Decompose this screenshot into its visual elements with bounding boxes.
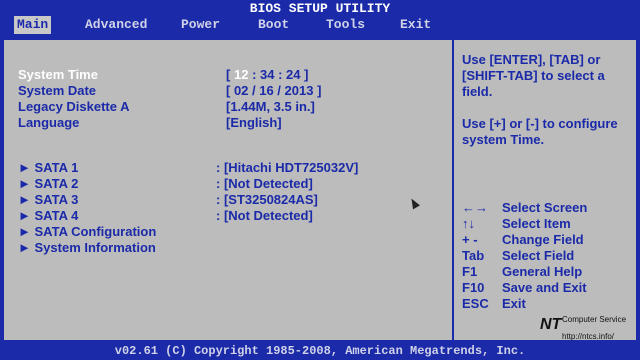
legend-desc: General Help [502, 264, 583, 279]
legend-exit: ESC Exit [462, 296, 526, 312]
menu-exit[interactable]: Exit [397, 16, 434, 34]
menu-boot[interactable]: Boot [255, 16, 292, 34]
sata3-value: : [ST3250824AS] [216, 192, 318, 207]
system-information-item[interactable]: ► System Information [18, 240, 156, 256]
watermark-url: http://ntcs.info/ [562, 332, 615, 341]
sata1-row[interactable]: ► SATA 1 : [Hitachi HDT725032V] [18, 160, 358, 176]
menu-bar: Main Advanced Power Boot Tools Exit [0, 16, 640, 34]
legend-desc: Exit [502, 296, 526, 311]
system-time-hour[interactable]: 12 [234, 67, 248, 82]
system-time-bracket: [ [226, 67, 231, 82]
main-panel: System Time [ 12 : 34 : 24 ] System Date… [4, 40, 452, 340]
legend-desc: Change Field [502, 232, 584, 247]
legend-key: Tab [462, 248, 485, 263]
legend-key: + - [462, 232, 478, 247]
legacy-diskette-value[interactable]: [1.44M, 3.5 in.] [226, 99, 315, 115]
legend-select-screen: ←→ Select Screen [462, 200, 587, 216]
arrow-right-icon: ► [18, 176, 31, 191]
menu-advanced[interactable]: Advanced [82, 16, 150, 34]
help-text-configure: Use [+] or [-] to configure system Time. [462, 116, 618, 147]
arrow-right-icon: ► [18, 160, 31, 175]
legend-save-exit: F10 Save and Exit [462, 280, 587, 296]
watermark-logo: NT Computer Service http://ntcs.info/ [540, 315, 630, 342]
system-time-label: System Time [18, 67, 98, 82]
sata-configuration-item[interactable]: ► SATA Configuration [18, 224, 156, 240]
system-date-label: System Date [18, 83, 97, 98]
language-value[interactable]: [English] [226, 115, 282, 131]
sata4-value: : [Not Detected] [216, 208, 313, 223]
arrow-right-icon: ► [18, 208, 31, 223]
legend-change-field: + - Change Field [462, 232, 584, 248]
sata2-row[interactable]: ► SATA 2 : [Not Detected] [18, 176, 313, 192]
watermark-tagline: Computer Service [562, 315, 627, 324]
language-label: Language [18, 115, 80, 130]
system-time-value[interactable]: [ 12 : 34 : 24 ] [226, 67, 308, 83]
menu-main[interactable]: Main [14, 16, 52, 34]
watermark-brand: NT [540, 316, 562, 333]
legend-desc: Save and Exit [502, 280, 587, 295]
sata2-label: SATA 2 [34, 176, 79, 191]
left-right-arrow-icon: ←→ [462, 200, 488, 215]
legend-desc: Select Item [502, 216, 571, 231]
legend-key: F1 [462, 264, 478, 279]
sata4-label: SATA 4 [34, 208, 79, 223]
legacy-diskette-label: Legacy Diskette A [18, 99, 130, 114]
sata3-label: SATA 3 [34, 192, 79, 207]
sata3-row[interactable]: ► SATA 3 : [ST3250824AS] [18, 192, 318, 208]
sata1-value: : [Hitachi HDT725032V] [216, 160, 359, 175]
sata2-value: : [Not Detected] [216, 176, 313, 191]
legacy-diskette-row[interactable]: Legacy Diskette A [1.44M, 3.5 in.] [18, 99, 315, 115]
menu-power[interactable]: Power [178, 16, 223, 34]
legend-key: F10 [462, 280, 485, 295]
arrow-right-icon: ► [18, 224, 31, 239]
menu-tools[interactable]: Tools [323, 16, 368, 34]
legend-desc: Select Screen [502, 200, 588, 215]
legend-select-field: Tab Select Field [462, 248, 574, 264]
legend-desc: Select Field [502, 248, 575, 263]
up-down-arrow-icon: ↑↓ [462, 216, 475, 231]
system-date-row[interactable]: System Date [ 02 / 16 / 2013 ] [18, 83, 321, 99]
help-text-select-field: Use [ENTER], [TAB] or [SHIFT-TAB] to sel… [462, 52, 605, 99]
legend-general-help: F1 General Help [462, 264, 582, 280]
sata-configuration-label: SATA Configuration [34, 224, 157, 239]
help-panel: Use [ENTER], [TAB] or [SHIFT-TAB] to sel… [452, 40, 636, 340]
sata4-row[interactable]: ► SATA 4 : [Not Detected] [18, 208, 313, 224]
legend-select-item: ↑↓ Select Item [462, 216, 571, 232]
arrow-right-icon: ► [18, 240, 31, 255]
legend-key: ESC [462, 296, 489, 311]
system-information-label: System Information [34, 240, 156, 255]
arrow-right-icon: ► [18, 192, 31, 207]
system-time-rest[interactable]: : 34 : 24 ] [252, 67, 308, 82]
copyright-footer: v02.61 (C) Copyright 1985-2008, American… [114, 344, 526, 358]
sata1-label: SATA 1 [34, 160, 79, 175]
system-date-value[interactable]: [ 02 / 16 / 2013 ] [226, 83, 321, 99]
system-time-row[interactable]: System Time [ 12 : 34 : 24 ] [18, 67, 308, 83]
language-row[interactable]: Language [English] [18, 115, 282, 131]
